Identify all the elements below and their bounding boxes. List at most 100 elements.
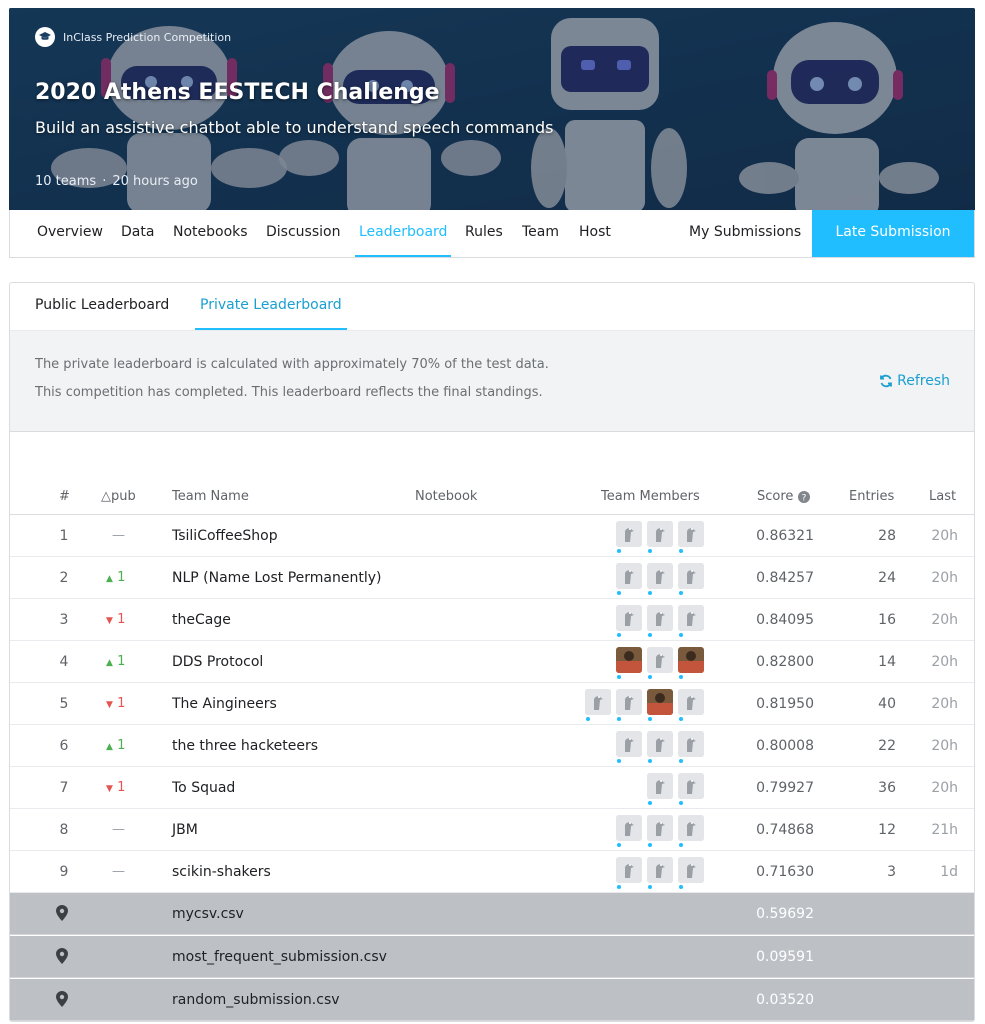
team-member-avatar[interactable] [678,521,704,553]
benchmark-score: 0.59692 [756,906,814,922]
tab-public-leaderboard[interactable]: Public Leaderboard [35,297,169,313]
online-dot [617,843,621,847]
map-pin-icon [56,948,68,968]
competition-subtitle: Build an assistive chatbot able to under… [35,118,554,137]
tab-notebooks[interactable]: Notebooks [173,210,248,257]
online-dot [679,675,683,679]
online-dot [648,717,652,721]
tab-discussion[interactable]: Discussion [266,210,340,257]
team-member-avatar[interactable] [647,521,673,553]
online-dot [679,549,683,553]
my-submissions-link[interactable]: My Submissions [689,210,801,257]
online-dot [679,633,683,637]
tab-overview[interactable]: Overview [37,210,103,257]
table-row[interactable]: 5 ▼ 1 The Aingineers 0.81950 40 20h [10,683,974,725]
team-members [10,689,974,721]
last-submission: 21h [931,822,958,838]
benchmark-score: 0.09591 [756,949,814,965]
team-member-avatar[interactable] [647,647,673,679]
team-member-avatar[interactable] [616,521,642,553]
table-row[interactable]: 8— JBM 0.74868 12 21h [10,809,974,851]
team-member-avatar[interactable] [616,647,642,679]
tab-leaderboard[interactable]: Leaderboard [354,210,452,257]
avatar [678,857,704,883]
team-member-avatar[interactable] [647,605,673,637]
team-member-avatar[interactable] [647,815,673,847]
table-row[interactable]: 3 ▼ 1 theCage 0.84095 16 20h [10,599,974,641]
col-score: Score ? [757,489,811,504]
team-member-avatar[interactable] [616,563,642,595]
competition-header: InClass Prediction Competition 2020 Athe… [9,8,975,210]
avatar [616,857,642,883]
graduation-cap-icon [35,27,55,47]
avatar [678,815,704,841]
last-submission: 20h [931,654,958,670]
team-member-avatar[interactable] [647,689,673,721]
tab-data[interactable]: Data [121,210,154,257]
team-members [10,731,974,763]
benchmark-name: most_frequent_submission.csv [172,949,387,965]
team-member-avatar[interactable] [678,815,704,847]
last-submission: 20h [931,738,958,754]
team-member-avatar[interactable] [678,773,704,805]
notice-line-1: The private leaderboard is calculated wi… [35,357,549,372]
team-member-avatar[interactable] [616,689,642,721]
refresh-button[interactable]: Refresh [879,373,950,389]
tab-private-leaderboard[interactable]: Private Leaderboard [195,297,347,330]
team-member-avatar[interactable] [647,731,673,763]
avatar [585,689,611,715]
online-dot [617,633,621,637]
late-submission-button[interactable]: Late Submission [812,210,974,257]
entries: 16 [878,612,896,628]
team-member-avatar[interactable] [616,815,642,847]
online-dot [586,717,590,721]
score: 0.79927 [756,780,814,796]
competition-title: 2020 Athens EESTECH Challenge [35,80,440,105]
team-member-avatar[interactable] [678,731,704,763]
avatar [678,563,704,589]
online-dot [648,633,652,637]
avatar [647,521,673,547]
team-member-avatar[interactable] [647,563,673,595]
last-submission: 20h [931,696,958,712]
team-member-avatar[interactable] [678,605,704,637]
team-member-avatar[interactable] [585,689,611,721]
team-member-avatar[interactable] [647,773,673,805]
avatar [678,521,704,547]
table-row[interactable]: 6 ▲ 1 the three hacketeers 0.80008 22 20h [10,725,974,767]
tab-rules[interactable]: Rules [465,210,503,257]
score: 0.82800 [756,654,814,670]
team-member-avatar[interactable] [616,857,642,889]
online-dot [648,591,652,595]
meta-separator: · [102,174,107,189]
table-row[interactable]: 2 ▲ 1 NLP (Name Lost Permanently) 0.84257 24… [10,557,974,599]
team-member-avatar[interactable] [616,731,642,763]
map-pin-icon [56,905,68,925]
tab-host[interactable]: Host [579,210,611,257]
team-member-avatar[interactable] [616,605,642,637]
benchmark-name: mycsv.csv [172,906,244,922]
online-dot [679,591,683,595]
col-public-delta[interactable]: △pub [101,489,136,504]
col-notebook: Notebook [415,489,478,504]
avatar [647,815,673,841]
table-row[interactable]: 1— TsiliCoffeeShop 0.86321 28 20h [10,515,974,557]
team-member-avatar[interactable] [647,857,673,889]
tab-team[interactable]: Team [522,210,559,257]
online-dot [679,717,683,721]
leaderboard-tabs: Public Leaderboard Private Leaderboard [10,283,974,331]
table-row[interactable]: 9— scikin-shakers 0.71630 3 1d [10,851,974,893]
online-dot [679,843,683,847]
entries: 28 [878,528,896,544]
table-row[interactable]: 7 ▼ 1 To Squad 0.79927 36 20h [10,767,974,809]
team-member-avatar[interactable] [678,689,704,721]
online-dot [617,717,621,721]
col-entries: Entries [849,489,895,504]
map-pin-icon [56,991,68,1011]
table-row[interactable]: 4 ▲ 1 DDS Protocol 0.82800 14 20h [10,641,974,683]
help-icon[interactable]: ? [798,490,811,503]
team-member-avatar[interactable] [678,857,704,889]
team-member-avatar[interactable] [678,647,704,679]
entries: 3 [887,864,896,880]
team-member-avatar[interactable] [678,563,704,595]
